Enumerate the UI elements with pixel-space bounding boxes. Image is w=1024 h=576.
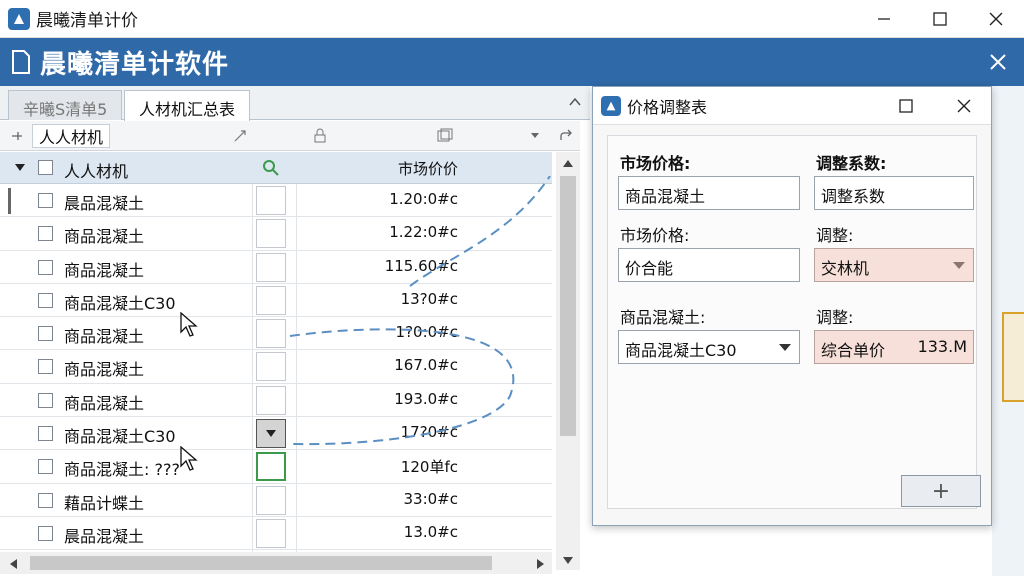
scroll-left-icon [10,559,17,569]
row-cell-box[interactable] [256,518,286,548]
plus-icon: + [931,478,951,504]
row-name: 商品混凝土C30 [64,293,176,313]
market-price-field-1[interactable]: 商品混凝土 [618,176,800,210]
row-checkbox[interactable] [38,292,53,308]
dashed-connector-curve [289,176,551,446]
tab-strip: 辛曦S清单5 人材机汇总表 [0,86,590,121]
row-checkbox[interactable] [38,359,53,375]
unit-price-value: 133.M [917,337,967,356]
row-name: 商品混凝土 [64,227,145,247]
adjust-coef-label: 调整系数: [816,154,887,173]
redo-icon[interactable] [558,121,574,151]
adjust-label-1: 调整: [816,226,854,245]
tab-bill[interactable]: 辛曦S清单5 [8,90,123,120]
vertical-scrollbar[interactable] [556,152,580,570]
add-button[interactable]: + [901,475,981,507]
row-price: 13.0#c [403,522,458,541]
row-checkbox[interactable] [38,193,53,208]
left-pane: 辛曦S清单5 人材机汇总表 人人材机 人人材机 市场价价 晨品混凝土 1.20:… [0,86,590,576]
pin-icon[interactable] [10,121,26,151]
app-icon [601,95,621,116]
row-price: 33:0#c [403,489,459,508]
close-icon[interactable] [957,99,971,113]
select-all-checkbox[interactable] [38,160,53,175]
row-checkbox[interactable] [38,259,53,275]
adjust-dropdown-1-value: 交林机 [821,259,870,278]
maximize-icon[interactable] [899,99,913,113]
vertical-scroll-thumb[interactable] [560,176,576,436]
unit-price-label: 综合单价 [821,341,886,360]
window-titlebar: 晨曦清单计价 [0,0,1024,38]
scroll-right-icon [537,559,544,569]
dialog-titlebar: 价格调整表 [593,87,991,125]
row-checkbox[interactable] [38,459,53,475]
filter-icon[interactable] [232,121,248,151]
row-checkbox[interactable] [38,326,53,342]
row-checkbox[interactable] [38,226,53,242]
background-area [992,86,1024,576]
close-button[interactable] [968,0,1024,38]
minimize-icon [878,18,890,20]
horizontal-scrollbar[interactable] [0,552,552,574]
dropdown-arrow-icon [953,262,965,269]
scroll-down-icon [563,557,573,564]
table-row[interactable]: 晨品混凝土 13.0#c [0,517,552,551]
banner-close-icon[interactable] [986,50,1010,74]
row-checkbox[interactable] [38,392,53,408]
dialog-title: 价格调整表 [627,97,708,117]
adjust-dropdown-1[interactable]: 交林机 [814,248,974,282]
row-name: 晨品混凝土 [64,526,145,546]
mouse-cursor-icon [180,446,198,471]
toolbar-group-label[interactable]: 人人材机 [32,124,111,148]
minimize-button[interactable] [856,0,912,38]
scroll-up-icon [563,160,573,167]
toolbar-dropdown-icon[interactable] [530,121,540,151]
row-name: 商品混凝土C30 [64,427,176,447]
unit-price-field[interactable]: 综合单价 133.M [814,330,974,364]
header-name: 人人材机 [64,162,129,181]
search-icon[interactable] [262,159,280,177]
row-price: 120单fc [400,458,458,477]
toolbar: 人人材机 [0,121,580,151]
adjust-coef-field[interactable]: 调整系数 [814,176,974,210]
maximize-icon [933,12,947,26]
row-name: 商品混凝土: ??? [64,460,180,480]
adjust-label-2: 调整: [816,308,854,327]
market-price-label-2: 市场价格: [620,226,690,245]
close-icon [989,12,1003,26]
row-cell-box[interactable] [256,485,286,515]
collapse-arrow-icon[interactable] [14,163,26,173]
row-name: 商品混凝土 [64,327,145,347]
horizontal-scroll-thumb[interactable] [30,556,492,570]
app-banner: 晨曦清单计软件 [0,38,1024,86]
row-checkbox[interactable] [38,492,53,508]
app-icon [8,7,30,30]
market-price-label-1: 市场价格: [620,154,691,173]
concrete-dropdown-value: 商品混凝土C30 [625,341,737,360]
dropdown-arrow-icon [779,344,791,351]
tab-material-summary[interactable]: 人材机汇总表 [124,90,251,121]
row-name: 晨品混凝土 [64,194,145,213]
concrete-label: 商品混凝土: [620,308,706,327]
banner-title: 晨曦清单计软件 [40,49,230,80]
price-adjust-dialog: 价格调整表 市场价格: 商品混凝土 调整系数: 调整系数 市场价格: 价合能 调… [592,86,992,526]
row-name: 藉品计蝶土 [64,493,145,513]
concrete-dropdown[interactable]: 商品混凝土C30 [618,330,800,364]
chevron-up-icon[interactable] [568,96,582,108]
dialog-form: 市场价格: 商品混凝土 调整系数: 调整系数 市场价格: 价合能 调整: 交林机… [607,135,977,509]
maximize-button[interactable] [912,0,968,38]
row-checkbox[interactable] [38,426,53,442]
row-cell-box-focused[interactable] [256,452,286,482]
copy-icon[interactable] [436,121,454,151]
row-name: 商品混凝土 [64,360,145,380]
table-row[interactable]: 藉品计蝶土 33:0#c [0,484,552,517]
row-name: 商品混凝土 [64,393,145,413]
mouse-cursor-icon [180,312,198,337]
lock-icon[interactable] [312,121,328,151]
window-title: 晨曦清单计价 [36,11,138,31]
row-checkbox[interactable] [38,525,53,541]
row-name: 商品混凝土 [64,260,145,280]
market-price-field-2[interactable]: 价合能 [618,248,800,282]
document-icon [12,50,30,74]
